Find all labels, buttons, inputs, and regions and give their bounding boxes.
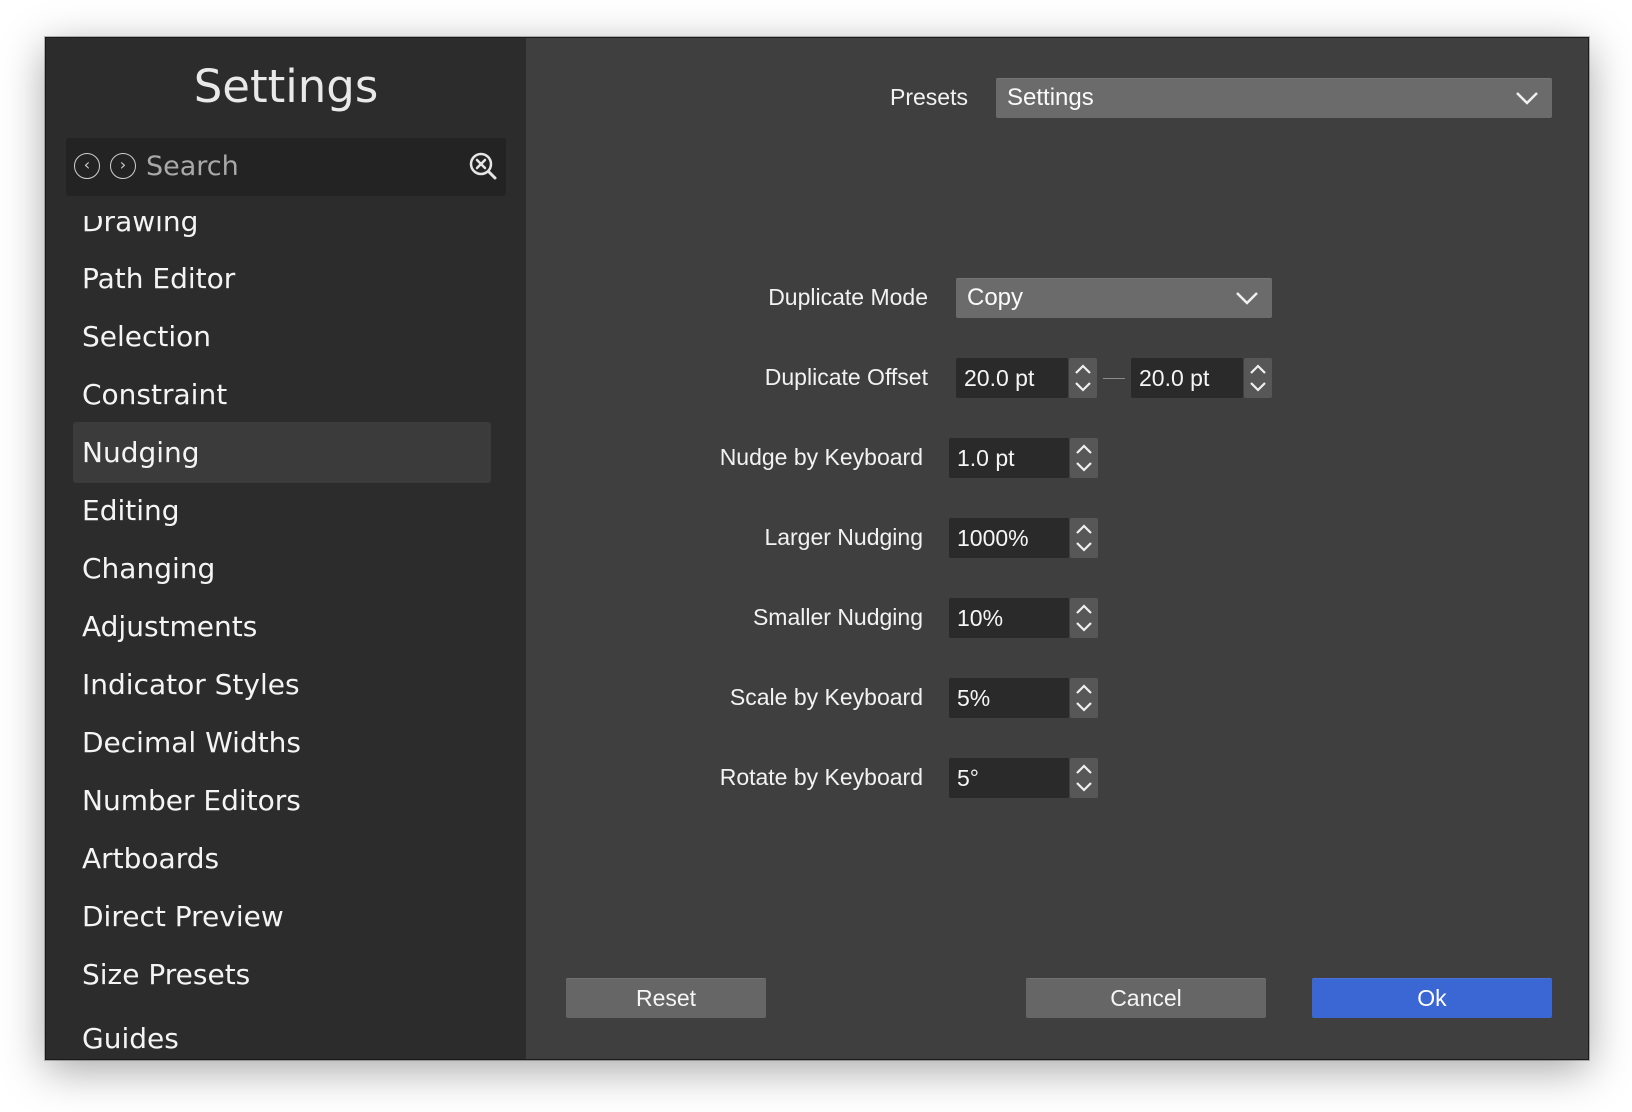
scale-by-keyboard-label: Scale by Keyboard (729, 684, 923, 710)
larger-nudging-label: Larger Nudging (764, 524, 923, 550)
sidebar-item-number-editors[interactable]: Number Editors (73, 770, 491, 831)
nudge-by-keyboard-label: Nudge by Keyboard (719, 444, 923, 470)
presets-dropdown[interactable]: Settings (996, 78, 1552, 118)
sidebar-item-artboards[interactable]: Artboards (73, 828, 491, 889)
duplicate-offset-x-stepper[interactable] (1069, 358, 1097, 398)
duplicate-offset-y-field[interactable]: 20.0 pt (1131, 358, 1243, 398)
back-icon[interactable]: ‹ (74, 153, 100, 179)
scale-by-keyboard-field[interactable]: 5% (949, 678, 1069, 718)
offset-separator (1103, 378, 1125, 379)
sidebar-item-editing[interactable]: Editing (73, 480, 491, 541)
up-down-stepper-icon (1075, 364, 1091, 392)
chevron-down-icon (1516, 92, 1538, 105)
up-down-stepper-icon (1076, 764, 1092, 792)
sidebar-item-adjustments[interactable]: Adjustments (73, 596, 491, 657)
search-clear-icon[interactable] (468, 151, 498, 181)
sidebar-item-drawing[interactable]: Drawing (73, 216, 491, 252)
search-input[interactable] (146, 146, 446, 186)
nudge-by-keyboard-stepper[interactable] (1070, 438, 1098, 478)
scale-by-keyboard-stepper[interactable] (1070, 678, 1098, 718)
duplicate-offset-y-stepper[interactable] (1244, 358, 1272, 398)
sidebar-item-selection[interactable]: Selection (73, 306, 491, 367)
search-bar: ‹ › (66, 138, 506, 196)
sidebar-item-constraint[interactable]: Constraint (73, 364, 491, 425)
up-down-stepper-icon (1076, 604, 1092, 632)
sidebar-item-path-editor[interactable]: Path Editor (73, 248, 491, 309)
chevron-down-icon (1236, 292, 1258, 305)
up-down-stepper-icon (1076, 524, 1092, 552)
sidebar-item-direct-preview[interactable]: Direct Preview (73, 886, 491, 947)
duplicate-mode-value: Copy (967, 284, 1024, 311)
sidebar-item-size-presets[interactable]: Size Presets (73, 944, 491, 1005)
up-down-stepper-icon (1250, 364, 1266, 392)
settings-panel: Presets Settings Duplicate Mode Copy Dup… (526, 38, 1588, 1059)
rotate-by-keyboard-field[interactable]: 5° (949, 758, 1069, 798)
sidebar-list: Drawing Path Editor Selection Constraint… (46, 216, 526, 1059)
ok-button[interactable]: Ok (1312, 978, 1552, 1018)
duplicate-offset-label: Duplicate Offset (764, 364, 928, 390)
up-down-stepper-icon (1076, 684, 1092, 712)
sidebar-item-changing[interactable]: Changing (73, 538, 491, 599)
rotate-by-keyboard-label: Rotate by Keyboard (719, 764, 923, 790)
sidebar-item-nudging[interactable]: Nudging (73, 422, 491, 483)
sidebar-item-decimal-widths[interactable]: Decimal Widths (73, 712, 491, 773)
presets-value: Settings (1007, 84, 1094, 111)
up-down-stepper-icon (1076, 444, 1092, 472)
presets-label: Presets (890, 84, 968, 110)
sidebar-item-guides[interactable]: Guides (73, 1008, 491, 1059)
sidebar-title: Settings (193, 60, 379, 113)
settings-window: Settings ‹ › Drawing Path Editor Selecti… (45, 37, 1589, 1060)
sidebar: Settings ‹ › Drawing Path Editor Selecti… (46, 38, 526, 1059)
cancel-button[interactable]: Cancel (1026, 978, 1266, 1018)
rotate-by-keyboard-stepper[interactable] (1070, 758, 1098, 798)
sidebar-item-indicator-styles[interactable]: Indicator Styles (73, 654, 491, 715)
larger-nudging-field[interactable]: 1000% (949, 518, 1069, 558)
smaller-nudging-field[interactable]: 10% (949, 598, 1069, 638)
forward-icon[interactable]: › (110, 153, 136, 179)
smaller-nudging-label: Smaller Nudging (752, 604, 923, 630)
duplicate-offset-x-field[interactable]: 20.0 pt (956, 358, 1068, 398)
reset-button[interactable]: Reset (566, 978, 766, 1018)
duplicate-mode-label: Duplicate Mode (768, 284, 928, 310)
larger-nudging-stepper[interactable] (1070, 518, 1098, 558)
duplicate-mode-dropdown[interactable]: Copy (956, 278, 1272, 318)
nudge-by-keyboard-field[interactable]: 1.0 pt (949, 438, 1069, 478)
smaller-nudging-stepper[interactable] (1070, 598, 1098, 638)
